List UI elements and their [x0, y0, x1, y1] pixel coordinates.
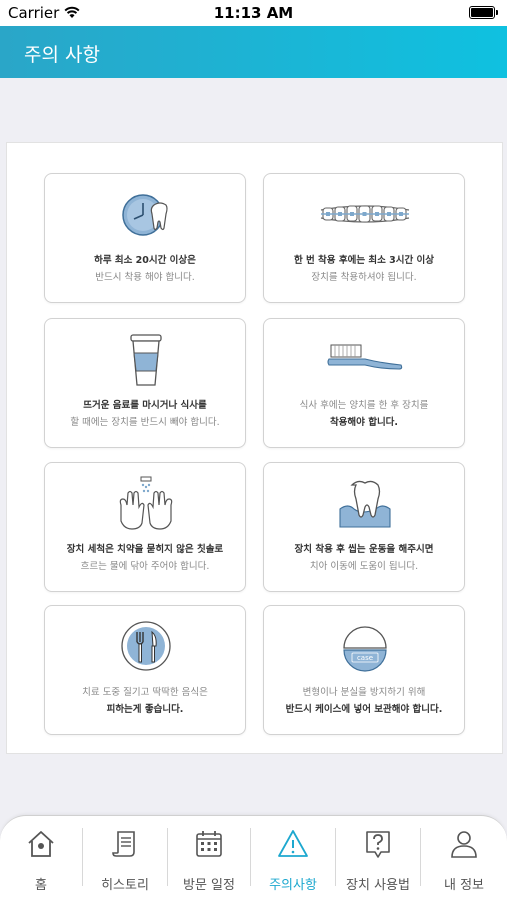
tab-visit-schedule[interactable]: 방문 일정: [168, 816, 250, 900]
hot-cup-icon: [130, 334, 162, 386]
tab-label: 내 정보: [443, 878, 484, 893]
calendar-icon: [196, 831, 222, 857]
app-header: 주의 사항: [0, 26, 507, 78]
tab-home[interactable]: 홈: [0, 816, 82, 900]
tile-text: 식사 후에는 양치를 한 후 장치를: [299, 400, 429, 411]
tile-text-bold: 반드시 케이스에 넣어 보관해야 합니다.: [285, 704, 443, 715]
tab-label: 히스토리: [101, 878, 149, 893]
precaution-tile-chewing: 장치 착용 후 씹는 운동을 해주시면 치아 이동에 도움이 됩니다.: [263, 462, 465, 592]
tile-text: 흐르는 물에 닦아 주어야 합니다.: [80, 561, 210, 572]
tile-text-bold: 뜨거운 음료를 마시거나 식사를: [83, 400, 207, 411]
precaution-tile-hot-drinks: 뜨거운 음료를 마시거나 식사를 할 때에는 장치를 반드시 빼야 합니다.: [44, 318, 246, 448]
tab-label: 홈: [35, 878, 47, 893]
tile-text: 반드시 착용 해야 합니다.: [95, 272, 195, 283]
battery-icon: [469, 6, 498, 19]
tab-my-info[interactable]: 내 정보: [421, 816, 507, 900]
tile-text-bold: 장치 세척은 치약을 묻히지 않은 칫솔로: [66, 544, 224, 555]
precaution-tile-case: case 변형이나 분실을 방지하기 위해 반드시 케이스에 넣어 보관해야 합…: [263, 605, 465, 735]
tile-text-bold: 하루 최소 20시간 이상은: [94, 255, 196, 266]
tab-label: 장치 사용법: [346, 878, 410, 893]
tile-text-bold: 피하는게 좋습니다.: [106, 704, 184, 715]
tile-text: 변형이나 분실을 방지하기 위해: [302, 687, 426, 698]
precaution-tile-wear-time: 하루 최소 20시간 이상은 반드시 착용 해야 합니다.: [44, 173, 246, 303]
status-bar: Carrier 11:13 AM: [0, 0, 507, 26]
precaution-tile-cleaning: 장치 세척은 치약을 묻히지 않은 칫솔로 흐르는 물에 닦아 주어야 합니다.: [44, 462, 246, 592]
person-icon: [451, 831, 477, 858]
tab-label: 방문 일정: [183, 878, 235, 893]
tile-text: 할 때에는 장치를 반드시 빼야 합니다.: [70, 417, 220, 428]
precaution-tile-hard-food: 치료 도중 질기고 딱딱한 음식은 피하는게 좋습니다.: [44, 605, 246, 735]
washing-hands-icon: [119, 476, 173, 530]
fork-knife-icon: [121, 621, 171, 671]
question-icon: [366, 831, 390, 858]
status-time: 11:13 AM: [213, 4, 294, 22]
case-text: case: [357, 654, 373, 662]
tile-text: 치료 도중 질기고 딱딱한 음식은: [82, 687, 208, 698]
precaution-tile-brush: 식사 후에는 양치를 한 후 장치를 착용해야 합니다.: [263, 318, 465, 448]
scroll-icon: [112, 831, 135, 857]
warning-icon: [278, 830, 308, 857]
braces-icon: [320, 205, 410, 223]
precautions-card: 하루 최소 20시간 이상은 반드시 착용 해야 합니다. 한 번 착용 후에는…: [6, 142, 503, 754]
tile-text-bold: 장치 착용 후 씹는 운동을 해주시면: [294, 544, 434, 555]
tab-history[interactable]: 히스토리: [83, 816, 167, 900]
page-title: 주의 사항: [24, 44, 100, 66]
tab-device-usage[interactable]: 장치 사용법: [336, 816, 420, 900]
tile-text-bold: 한 번 착용 후에는 최소 3시간 이상: [293, 255, 435, 266]
toothbrush-icon: [327, 344, 403, 370]
case-icon: case: [343, 626, 387, 672]
tile-text: 장치를 착용하셔야 됩니다.: [311, 272, 417, 283]
tile-text: 치아 이동에 도움이 됩니다.: [309, 561, 419, 572]
tile-text-bold: 착용해야 합니다.: [329, 417, 399, 428]
tab-precautions[interactable]: 주의사항: [251, 816, 335, 900]
tab-label: 주의사항: [269, 878, 317, 893]
clock-tooth-icon: [122, 194, 168, 236]
tooth-gum-icon: [339, 480, 391, 528]
home-icon: [28, 831, 54, 857]
tab-bar: 홈 히스토리 방문 일정 주의사항 장치 사용법 내 정보: [0, 815, 507, 900]
precaution-tile-min-hours: 한 번 착용 후에는 최소 3시간 이상 장치를 착용하셔야 됩니다.: [263, 173, 465, 303]
